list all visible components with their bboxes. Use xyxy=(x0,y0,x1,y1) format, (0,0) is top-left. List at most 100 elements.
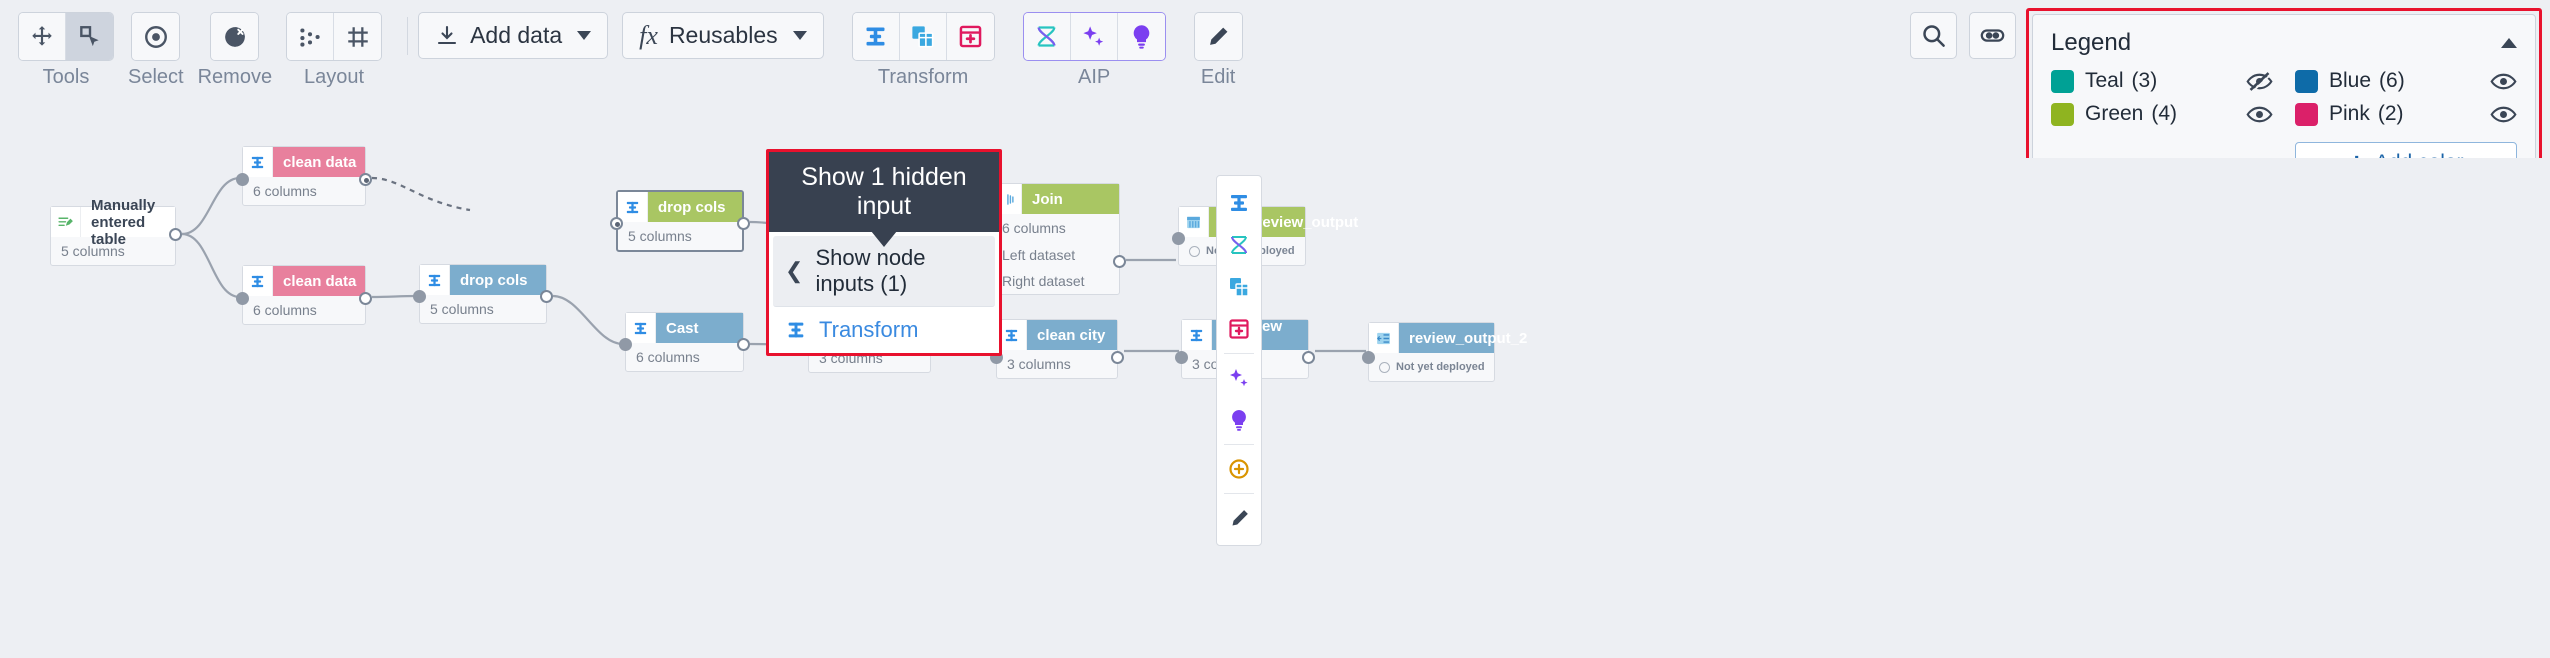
stack-tables-icon xyxy=(912,26,934,48)
lightbulb-icon xyxy=(1232,410,1246,431)
eye-icon[interactable] xyxy=(2490,71,2517,92)
legend-item-teal[interactable]: Teal (3) xyxy=(2051,69,2273,93)
collaborators-button[interactable] xyxy=(1969,12,2016,59)
toolbar-group-label: Remove xyxy=(197,66,273,88)
eye-icon[interactable] xyxy=(2246,104,2273,125)
node-header: Join xyxy=(992,184,1119,214)
node-output-port[interactable] xyxy=(540,290,553,303)
node-output-port[interactable] xyxy=(169,228,182,241)
download-icon xyxy=(438,25,457,44)
legend-item-pink[interactable]: Pink (2) xyxy=(2295,102,2517,126)
sparkle-button[interactable] xyxy=(1070,13,1118,60)
transform-icon xyxy=(243,147,273,177)
node-subtitle: 5 columns xyxy=(430,301,494,317)
dataset-icon xyxy=(1179,207,1209,237)
node-output-port[interactable] xyxy=(359,173,372,186)
chevron-down-icon[interactable] xyxy=(577,31,592,40)
node-status: Not yet deployed xyxy=(1369,353,1494,381)
reusables-button[interactable]: fx Reusables xyxy=(622,12,824,59)
node-title: drop cols xyxy=(658,198,726,216)
node-input-port[interactable] xyxy=(236,173,249,186)
node-review-output-2[interactable]: review_output_2 Not yet deployed xyxy=(1362,322,1527,382)
palette-lightbulb-button[interactable] xyxy=(1217,399,1261,441)
palette-stack-tables-button[interactable] xyxy=(1217,266,1261,308)
add-data-button[interactable]: Add data xyxy=(418,12,609,59)
chevron-down-icon[interactable] xyxy=(792,31,807,40)
chevron-up-icon[interactable] xyxy=(2501,38,2517,48)
scatter-layout-button[interactable] xyxy=(287,13,335,60)
node-input-port[interactable] xyxy=(1362,351,1375,364)
node-input-port[interactable] xyxy=(236,292,249,305)
node-header: drop cols xyxy=(618,192,742,222)
toolbar-group-tools: Tools xyxy=(18,12,114,87)
toolbar-group-layout: Layout xyxy=(286,12,383,87)
node-input-port[interactable] xyxy=(1172,232,1185,245)
transform-icon xyxy=(788,322,804,338)
node-input-port[interactable] xyxy=(610,217,623,230)
search-button[interactable] xyxy=(1910,12,1957,59)
new-column-icon xyxy=(1229,319,1249,339)
select-pointer-tool-button[interactable] xyxy=(66,13,113,60)
node-drop-cols-blue[interactable]: drop cols 5 columns xyxy=(413,264,553,324)
sparkle-icon xyxy=(1083,26,1104,46)
node-header: Cast xyxy=(626,313,743,343)
node-output-port[interactable] xyxy=(1302,351,1315,364)
menu-item-transform[interactable]: Transform xyxy=(773,307,995,347)
node-output-port[interactable] xyxy=(1111,351,1124,364)
node-clean-city[interactable]: clean city 3 columns xyxy=(990,319,1124,379)
legend-swatch xyxy=(2051,69,2074,93)
aip-group-label: AIP xyxy=(1078,66,1111,88)
palette-pencil-button[interactable] xyxy=(1217,497,1261,539)
new-column-button[interactable] xyxy=(946,13,994,60)
output-icon xyxy=(1369,323,1399,353)
toolbar-group-reusables: fx Reusables xyxy=(622,12,824,59)
transform-button[interactable] xyxy=(852,13,900,60)
chevron-left-icon: ❮ xyxy=(785,258,804,283)
node-join[interactable]: Join 6 columns Left dataset Right datase… xyxy=(985,183,1126,295)
node-output-port[interactable] xyxy=(359,292,372,305)
target-select-button[interactable] xyxy=(132,13,180,60)
node-header: review_output_2 xyxy=(1369,323,1527,353)
transform-icon xyxy=(626,313,656,343)
node-input-port[interactable] xyxy=(413,290,426,303)
node-drop-cols-green[interactable]: drop cols 5 columns xyxy=(610,190,750,252)
node-title: clean data xyxy=(283,272,357,290)
node-port-label-right: Right dataset xyxy=(1002,273,1085,289)
grid-layout-button[interactable] xyxy=(334,13,382,60)
node-clean-data-1[interactable]: clean data 6 columns xyxy=(236,146,372,206)
node-manually-entered-table[interactable]: Manually entered table 5 columns xyxy=(50,197,182,266)
node-output-port[interactable] xyxy=(737,217,750,230)
palette-sparkle-button[interactable] xyxy=(1217,357,1261,399)
palette-transform-button[interactable] xyxy=(1217,182,1261,224)
legend-item-count: (2) xyxy=(2377,102,2404,125)
node-clean-data-2[interactable]: clean data 6 columns xyxy=(236,265,372,325)
graph-canvas[interactable]: Manually entered table 5 columns clean d… xyxy=(0,146,2550,658)
palette-new-column-button[interactable] xyxy=(1217,308,1261,350)
node-subtitle: 3 columns xyxy=(1007,356,1071,372)
node-action-palette xyxy=(1216,175,1262,546)
legend-header: Legend xyxy=(2051,29,2517,57)
node-input-port[interactable] xyxy=(1175,351,1188,364)
lightbulb-button[interactable] xyxy=(1117,13,1165,60)
palette-divider xyxy=(1224,353,1254,354)
remove-node-button[interactable] xyxy=(211,13,259,60)
use-llm-button[interactable] xyxy=(1023,13,1071,60)
toolbar-group-label: Tools xyxy=(42,66,90,88)
stack-tables-button[interactable] xyxy=(899,13,947,60)
palette-use-llm-button[interactable] xyxy=(1217,224,1261,266)
palette-divider xyxy=(1224,444,1254,445)
lightbulb-icon xyxy=(1133,25,1149,49)
legend-item-green[interactable]: Green (4) xyxy=(2051,102,2273,126)
legend-swatch xyxy=(2295,102,2318,126)
move-tool-button[interactable] xyxy=(19,13,66,60)
node-cast[interactable]: Cast 6 columns xyxy=(619,312,750,372)
palette-add-node-button[interactable] xyxy=(1217,448,1261,490)
pencil-edit-button[interactable] xyxy=(1194,13,1242,60)
node-output-port[interactable] xyxy=(1113,255,1126,268)
eye-off-icon[interactable] xyxy=(2246,71,2273,92)
legend-item-blue[interactable]: Blue (6) xyxy=(2295,69,2517,93)
node-output-port[interactable] xyxy=(737,338,750,351)
toolbar-groups: Tools Select Remove Layout Add data fx R… xyxy=(18,12,1257,87)
eye-icon[interactable] xyxy=(2490,104,2517,125)
node-input-port[interactable] xyxy=(619,338,632,351)
